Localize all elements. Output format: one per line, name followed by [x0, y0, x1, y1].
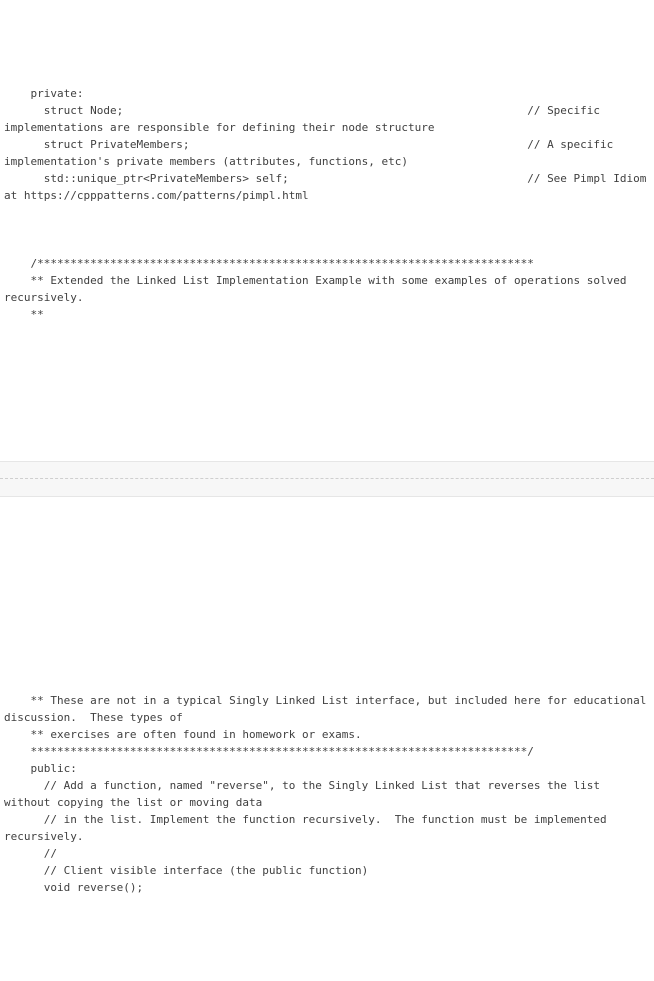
- code-line: struct Node; // Specific implementations…: [4, 104, 607, 134]
- code-block-bottom: ** These are not in a typical Singly Lin…: [0, 675, 654, 896]
- code-line: // in the list. Implement the function r…: [4, 813, 613, 843]
- spacer: [0, 541, 654, 641]
- code-line: //: [4, 847, 57, 860]
- code-line: /***************************************…: [4, 257, 534, 270]
- code-line: std::unique_ptr<PrivateMembers> self; //…: [4, 172, 653, 202]
- code-line: struct PrivateMembers; // A specific imp…: [4, 138, 620, 168]
- page-break: [0, 461, 654, 497]
- code-line: ** These are not in a typical Singly Lin…: [4, 694, 653, 724]
- code-block-top: private: struct Node; // Specific implem…: [0, 68, 654, 323]
- spacer: [0, 357, 654, 417]
- code-line: // Client visible interface (the public …: [4, 864, 368, 877]
- code-line: ** Extended the Linked List Implementati…: [4, 274, 633, 304]
- code-line: private:: [4, 87, 83, 100]
- code-line: void reverse();: [4, 881, 143, 894]
- code-line: // Add a function, named "reverse", to t…: [4, 779, 607, 809]
- code-line: **: [4, 308, 44, 321]
- code-line: ** exercises are often found in homework…: [4, 728, 362, 741]
- code-line: ****************************************…: [4, 745, 534, 758]
- code-line: public:: [4, 762, 77, 775]
